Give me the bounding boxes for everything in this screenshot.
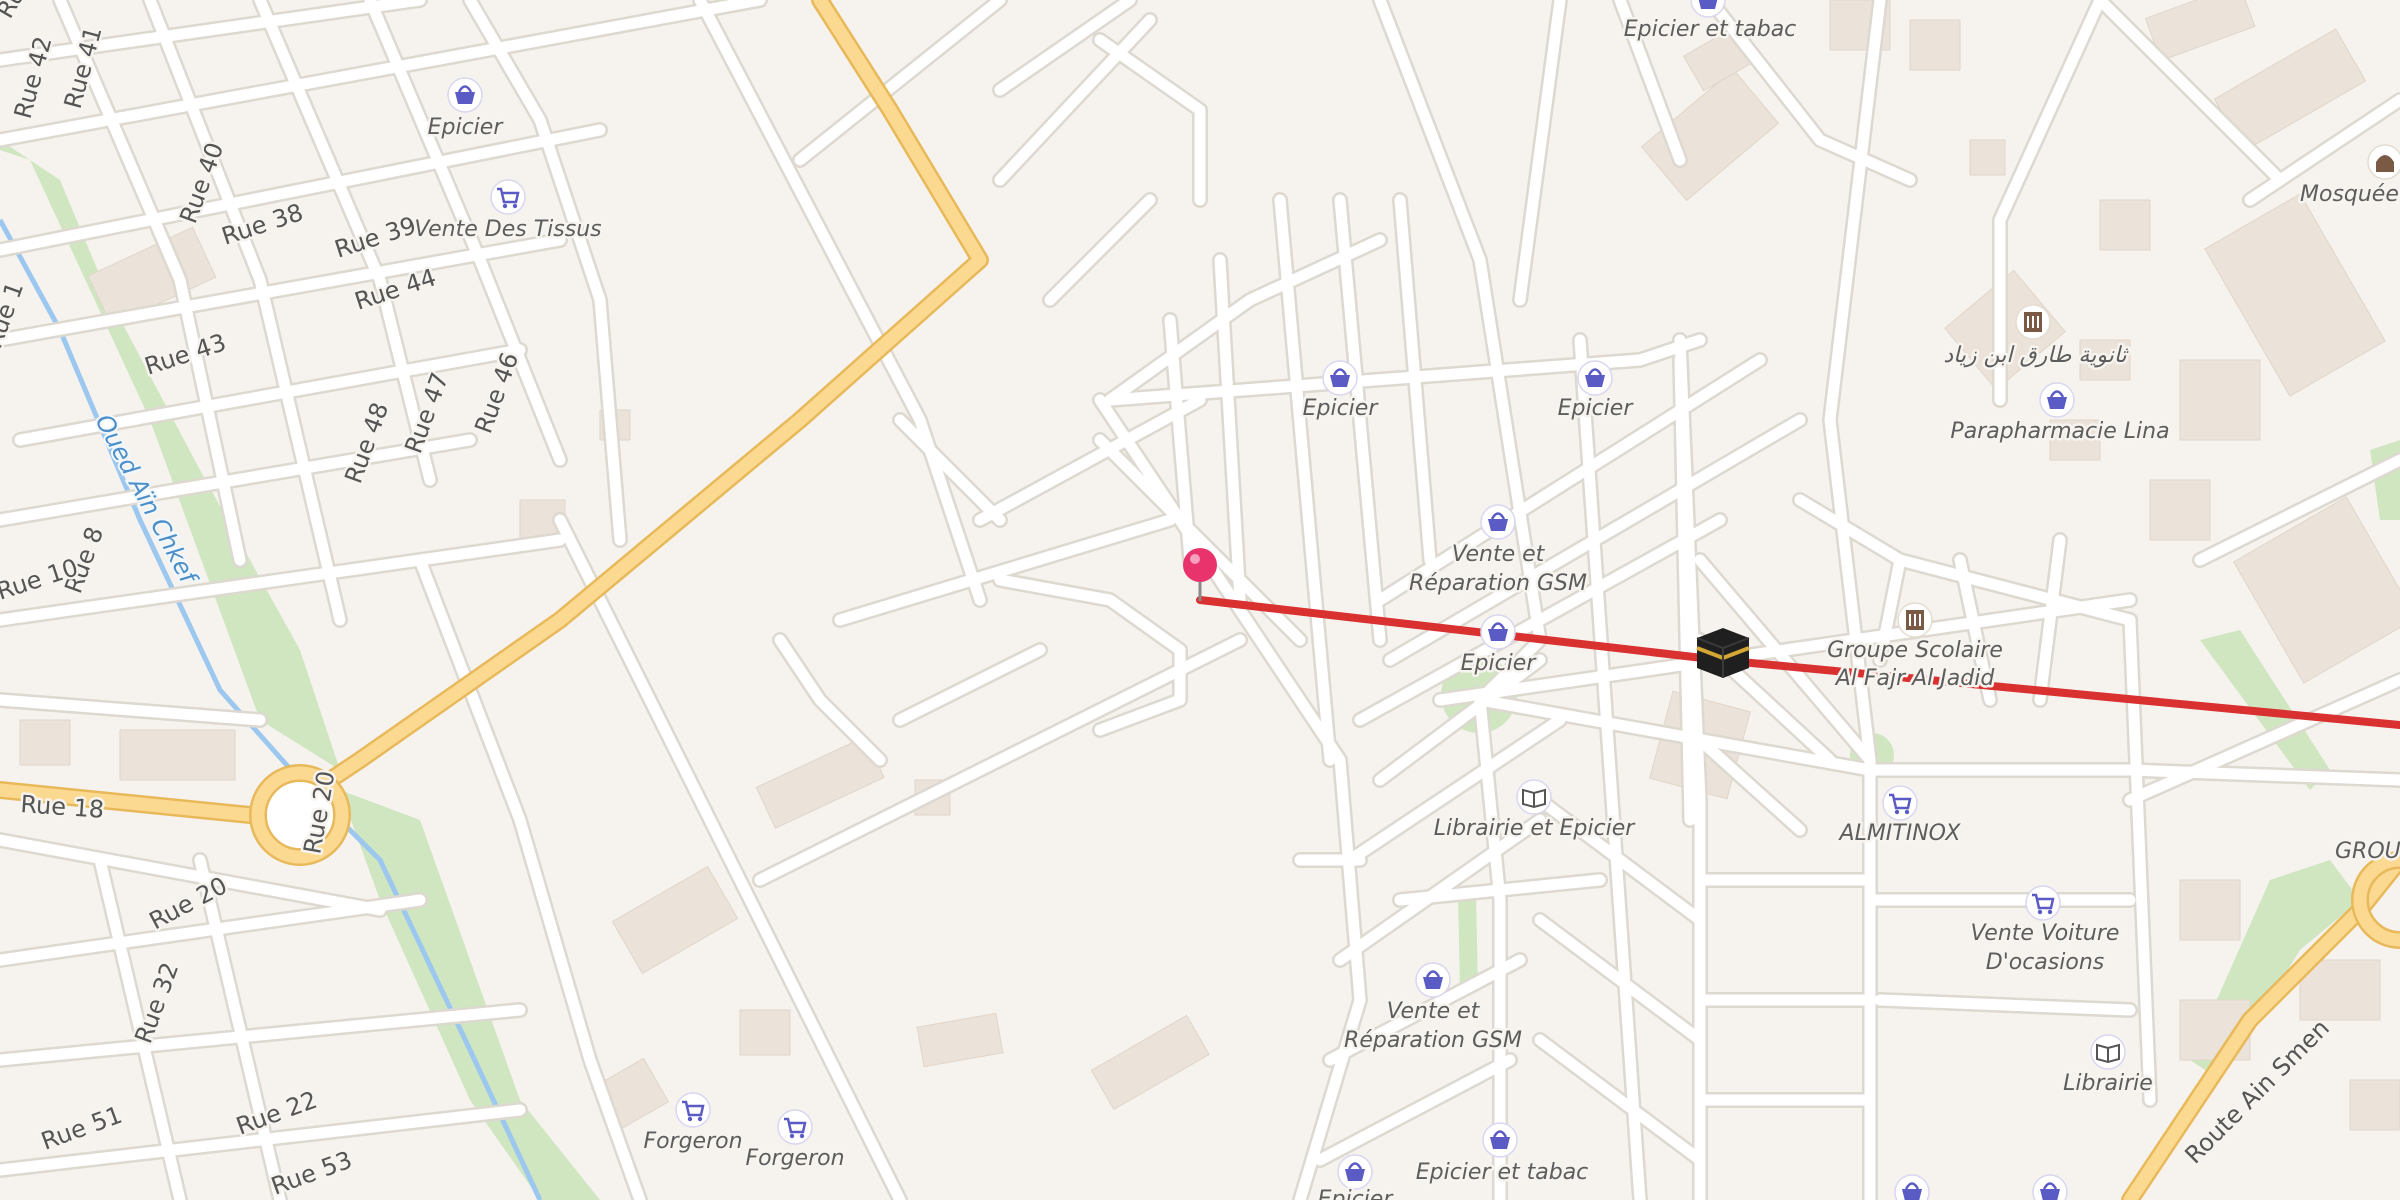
poi-label: ثانوية طارق ابن زياد: [1943, 343, 2129, 368]
basket-icon: [1576, 359, 1614, 397]
school-icon: [1897, 602, 1933, 638]
poi-label: Epicier: [1318, 1187, 1395, 1200]
basket-icon: [1414, 961, 1452, 999]
poi-label: Vente Des Tissus: [414, 217, 601, 242]
cart-icon: [674, 1091, 712, 1129]
poi-label-line2: Réparation GSM: [1344, 1028, 1522, 1053]
basket-icon: [1481, 1121, 1519, 1159]
poi-label: Epicier: [1558, 396, 1635, 421]
map-canvas[interactable]: Rue 23 Rue 42 Rue 41 Rue 40 Rue 38 Rue 3…: [0, 0, 2400, 1200]
cart-icon: [776, 1108, 814, 1146]
book-icon: [2090, 1034, 2126, 1070]
basket-icon: [1479, 613, 1517, 651]
poi-grou[interactable]: GROU: [2333, 837, 2400, 867]
poi-label: Vente Voiture: [1971, 921, 2120, 946]
cart-icon: [1881, 784, 1919, 822]
basket-icon: [1479, 503, 1517, 541]
basket-icon: [1336, 1153, 1374, 1191]
poi-label: Epicier et tabac: [1416, 1160, 1589, 1185]
poi-label: Epicier: [1303, 396, 1380, 421]
poi-label: ALMITINOX: [1838, 821, 1962, 846]
poi-label: Librairie et Epicier: [1434, 816, 1637, 841]
cart-icon: [489, 178, 527, 216]
poi-label: Epicier: [1461, 651, 1538, 676]
poi-label: Vente et: [1387, 999, 1481, 1024]
poi-label: Forgeron: [745, 1146, 844, 1171]
street-label: Rue 18: [20, 790, 105, 824]
poi-label: Librairie: [2063, 1071, 2153, 1096]
book-icon: [1516, 779, 1552, 815]
mosque-icon: [2367, 144, 2400, 180]
poi-label: Vente et: [1452, 542, 1546, 567]
poi-label-line2: Réparation GSM: [1409, 571, 1587, 596]
basket-icon: [2038, 381, 2076, 419]
school-icon: [2015, 304, 2051, 340]
poi-label-line2: D'ocasions: [1986, 950, 2104, 975]
basket-icon: [446, 76, 484, 114]
poi-label: Forgeron: [643, 1129, 742, 1154]
poi-label: Parapharmacie Lina: [1950, 419, 2169, 444]
poi-label-line2: Al Fajr Al Jadid: [1834, 666, 1996, 691]
poi-label: Mosquée A: [2300, 182, 2400, 207]
kaaba-icon[interactable]: [1696, 628, 1750, 678]
map-view[interactable]: Rue 23 Rue 42 Rue 41 Rue 40 Rue 38 Rue 3…: [0, 0, 2400, 1200]
poi-label: Groupe Scolaire: [1827, 638, 2003, 663]
cart-icon: [2024, 884, 2062, 922]
poi-label: GROU: [2335, 839, 2400, 864]
poi-label: Epicier et tabac: [1624, 17, 1797, 42]
basket-icon: [1321, 359, 1359, 397]
poi-label: Epicier: [428, 115, 505, 140]
